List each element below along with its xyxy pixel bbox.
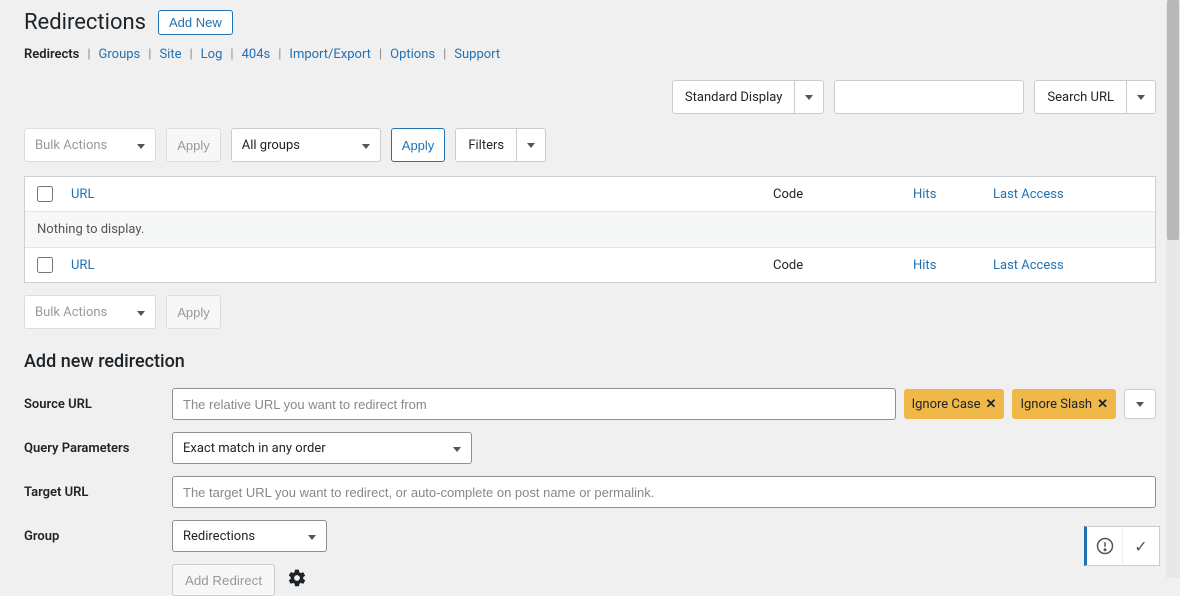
bulk-actions-label: Bulk Actions bbox=[35, 305, 107, 320]
col-code: Code bbox=[773, 258, 913, 273]
col-code: Code bbox=[773, 187, 913, 202]
bulk-actions-label: Bulk Actions bbox=[35, 138, 107, 153]
ignore-slash-label: Ignore Slash bbox=[1020, 397, 1092, 412]
table-header: URL Code Hits Last Access bbox=[25, 177, 1155, 212]
col-last-access[interactable]: Last Access bbox=[993, 258, 1143, 273]
search-url-label: Search URL bbox=[1035, 81, 1126, 113]
source-url-label: Source URL bbox=[24, 397, 172, 412]
display-mode-label: Standard Display bbox=[673, 81, 794, 113]
search-input[interactable] bbox=[845, 90, 1013, 105]
ignore-case-label: Ignore Case bbox=[912, 397, 981, 412]
nav-log[interactable]: Log bbox=[201, 47, 223, 62]
nav-groups[interactable]: Groups bbox=[99, 47, 141, 62]
col-hits[interactable]: Hits bbox=[913, 258, 993, 273]
page-title: Redirections bbox=[24, 10, 146, 35]
nav-options[interactable]: Options bbox=[390, 47, 435, 62]
target-url-label: Target URL bbox=[24, 485, 172, 500]
group-label: Group bbox=[24, 529, 172, 544]
bulk-actions-select[interactable]: Bulk Actions bbox=[24, 128, 156, 162]
ignore-case-tag[interactable]: Ignore Case ✕ bbox=[904, 389, 1005, 419]
group-value: Redirections bbox=[183, 529, 255, 544]
bulk-actions-select-bottom[interactable]: Bulk Actions bbox=[24, 295, 156, 329]
nav-site[interactable]: Site bbox=[159, 47, 181, 62]
nav-redirects[interactable]: Redirects bbox=[24, 47, 79, 62]
select-all-checkbox-bottom[interactable] bbox=[37, 257, 53, 273]
query-params-label: Query Parameters bbox=[24, 441, 172, 456]
check-icon[interactable]: ✓ bbox=[1123, 527, 1159, 565]
col-url[interactable]: URL bbox=[71, 187, 773, 202]
chevron-down-icon bbox=[308, 529, 316, 544]
search-input-wrapper[interactable] bbox=[834, 80, 1024, 114]
search-url-button[interactable]: Search URL bbox=[1034, 80, 1156, 114]
filters-label: Filters bbox=[456, 129, 516, 161]
apply-button-bottom[interactable]: Apply bbox=[166, 295, 221, 329]
scrollbar[interactable] bbox=[1166, 0, 1180, 578]
group-filter-select[interactable]: All groups bbox=[231, 128, 381, 162]
query-params-select[interactable]: Exact match in any order bbox=[172, 432, 472, 464]
empty-message: Nothing to display. bbox=[37, 222, 144, 237]
nav-import-export[interactable]: Import/Export bbox=[289, 47, 371, 62]
chevron-down-icon bbox=[453, 441, 461, 456]
table-footer: URL Code Hits Last Access bbox=[25, 248, 1155, 282]
source-url-input[interactable] bbox=[172, 388, 896, 420]
table-empty-row: Nothing to display. bbox=[25, 212, 1155, 248]
query-params-value: Exact match in any order bbox=[183, 441, 326, 456]
chevron-down-icon bbox=[362, 138, 370, 153]
col-hits[interactable]: Hits bbox=[913, 187, 993, 202]
status-bar: ✓ bbox=[1084, 526, 1160, 566]
add-redirect-button[interactable]: Add Redirect bbox=[172, 564, 275, 596]
col-url[interactable]: URL bbox=[71, 258, 773, 273]
filters-button[interactable]: Filters bbox=[455, 128, 546, 162]
apply-button-top[interactable]: Apply bbox=[166, 128, 221, 162]
add-new-button[interactable]: Add New bbox=[158, 10, 233, 35]
url-options-dropdown[interactable] bbox=[1124, 389, 1156, 419]
add-redirection-title: Add new redirection bbox=[24, 351, 1156, 372]
col-last-access[interactable]: Last Access bbox=[993, 187, 1143, 202]
nav-404s[interactable]: 404s bbox=[242, 47, 271, 62]
target-url-input[interactable] bbox=[172, 476, 1156, 508]
apply-filter-button[interactable]: Apply bbox=[391, 128, 446, 162]
alert-icon[interactable] bbox=[1087, 527, 1123, 565]
ignore-slash-tag[interactable]: Ignore Slash ✕ bbox=[1012, 389, 1116, 419]
close-icon[interactable]: ✕ bbox=[1097, 397, 1108, 412]
sub-nav: Redirects| Groups| Site| Log| 404s| Impo… bbox=[24, 47, 1156, 62]
close-icon[interactable]: ✕ bbox=[986, 397, 997, 412]
group-select[interactable]: Redirections bbox=[172, 520, 327, 552]
redirects-table: URL Code Hits Last Access Nothing to dis… bbox=[24, 176, 1156, 283]
display-mode-select[interactable]: Standard Display bbox=[672, 80, 824, 114]
nav-support[interactable]: Support bbox=[454, 47, 500, 62]
chevron-down-icon bbox=[137, 305, 145, 320]
select-all-checkbox[interactable] bbox=[37, 186, 53, 202]
chevron-down-icon[interactable] bbox=[1126, 81, 1155, 113]
scrollbar-thumb[interactable] bbox=[1167, 0, 1179, 240]
chevron-down-icon[interactable] bbox=[794, 81, 823, 113]
group-filter-label: All groups bbox=[242, 138, 300, 153]
chevron-down-icon bbox=[137, 138, 145, 153]
chevron-down-icon[interactable] bbox=[516, 129, 545, 161]
gear-icon[interactable] bbox=[287, 568, 307, 592]
